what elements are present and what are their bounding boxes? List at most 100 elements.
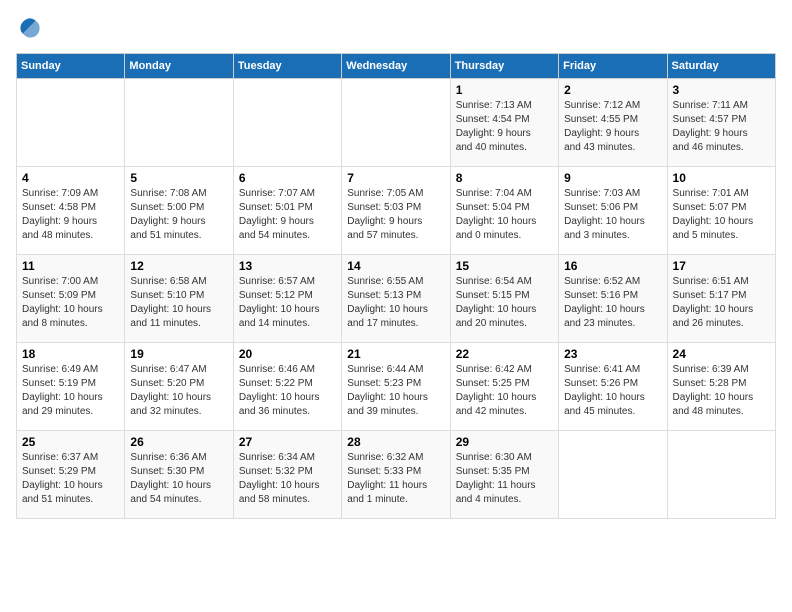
weekday-header-sunday: Sunday [17, 54, 125, 79]
calendar-cell [667, 431, 775, 519]
calendar-cell [233, 79, 341, 167]
day-number: 4 [22, 171, 119, 185]
calendar-cell: 21Sunrise: 6:44 AM Sunset: 5:23 PM Dayli… [342, 343, 450, 431]
day-info: Sunrise: 6:34 AM Sunset: 5:32 PM Dayligh… [239, 451, 336, 507]
calendar-cell: 12 Sunrise: 6:58 AM Sunset: 5:10 PM Dayli… [125, 255, 233, 343]
day-number: 25 [22, 435, 119, 449]
calendar-cell [342, 79, 450, 167]
day-info: Sunrise: 6:44 AM Sunset: 5:23 PM Dayligh… [347, 363, 444, 419]
calendar-cell: 2 Sunrise: 7:12 AM Sunset: 4:55 PM Daylig… [559, 79, 667, 167]
day-info: Sunrise: 7:05 AM Sunset: 5:03 PM Dayligh… [347, 187, 444, 243]
calendar-cell: 1 Sunrise: 7:13 AM Sunset: 4:54 PM Daylig… [450, 79, 558, 167]
day-number: 29 [456, 435, 553, 449]
calendar-cell: 9Sunrise: 7:03 AM Sunset: 5:06 PM Daylig… [559, 167, 667, 255]
day-number: 10 [673, 171, 770, 185]
weekday-header-monday: Monday [125, 54, 233, 79]
day-info: Sunrise: 7:01 AM Sunset: 5:07 PM Dayligh… [673, 187, 770, 243]
day-info: Sunrise: 6:41 AM Sunset: 5:26 PM Dayligh… [564, 363, 661, 419]
day-number: 8 [456, 171, 553, 185]
day-info: Sunrise: 6:32 AM Sunset: 5:33 PM Dayligh… [347, 451, 444, 507]
calendar-cell: 15Sunrise: 6:54 AM Sunset: 5:15 PM Dayli… [450, 255, 558, 343]
weekday-header-saturday: Saturday [667, 54, 775, 79]
day-number: 16 [564, 259, 661, 273]
day-info: Sunrise: 6:37 AM Sunset: 5:29 PM Dayligh… [22, 451, 119, 507]
day-number: 13 [239, 259, 336, 273]
calendar-cell: 18 Sunrise: 6:49 AM Sunset: 5:19 PM Dayli… [17, 343, 125, 431]
day-info: Sunrise: 6:30 AM Sunset: 5:35 PM Dayligh… [456, 451, 553, 507]
day-info: Sunrise: 6:39 AM Sunset: 5:28 PM Dayligh… [673, 363, 770, 419]
day-info: Sunrise: 6:51 AM Sunset: 5:17 PM Dayligh… [673, 275, 770, 331]
calendar-cell: 24 Sunrise: 6:39 AM Sunset: 5:28 PM Dayli… [667, 343, 775, 431]
day-info: Sunrise: 7:00 AM Sunset: 5:09 PM Dayligh… [22, 275, 119, 331]
day-number: 18 [22, 347, 119, 361]
logo [16, 16, 46, 45]
day-info: Sunrise: 6:42 AM Sunset: 5:25 PM Dayligh… [456, 363, 553, 419]
day-number: 24 [673, 347, 770, 361]
day-info: Sunrise: 6:36 AM Sunset: 5:30 PM Dayligh… [130, 451, 227, 507]
weekday-header-row: SundayMondayTuesdayWednesdayThursdayFrid… [17, 54, 776, 79]
day-number: 11 [22, 259, 119, 273]
day-number: 9 [564, 171, 661, 185]
calendar-week-2: 4 Sunrise: 7:09 AM Sunset: 4:58 PM Daylig… [17, 167, 776, 255]
calendar-cell [17, 79, 125, 167]
calendar-cell: 22 Sunrise: 6:42 AM Sunset: 5:25 PM Dayli… [450, 343, 558, 431]
calendar-body: 1 Sunrise: 7:13 AM Sunset: 4:54 PM Daylig… [17, 79, 776, 519]
day-number: 6 [239, 171, 336, 185]
calendar-cell: 14Sunrise: 6:55 AM Sunset: 5:13 PM Dayli… [342, 255, 450, 343]
calendar-week-4: 18 Sunrise: 6:49 AM Sunset: 5:19 PM Dayli… [17, 343, 776, 431]
calendar-cell: 6 Sunrise: 7:07 AM Sunset: 5:01 PM Daylig… [233, 167, 341, 255]
weekday-header-wednesday: Wednesday [342, 54, 450, 79]
day-info: Sunrise: 7:12 AM Sunset: 4:55 PM Dayligh… [564, 99, 661, 155]
day-info: Sunrise: 6:52 AM Sunset: 5:16 PM Dayligh… [564, 275, 661, 331]
day-number: 20 [239, 347, 336, 361]
calendar-cell [559, 431, 667, 519]
calendar-week-1: 1 Sunrise: 7:13 AM Sunset: 4:54 PM Daylig… [17, 79, 776, 167]
calendar-week-5: 25 Sunrise: 6:37 AM Sunset: 5:29 PM Dayli… [17, 431, 776, 519]
day-number: 28 [347, 435, 444, 449]
calendar-cell: 3 Sunrise: 7:11 AM Sunset: 4:57 PM Daylig… [667, 79, 775, 167]
calendar-header: SundayMondayTuesdayWednesdayThursdayFrid… [17, 54, 776, 79]
day-number: 12 [130, 259, 227, 273]
day-number: 1 [456, 83, 553, 97]
day-number: 26 [130, 435, 227, 449]
calendar-cell: 20 Sunrise: 6:46 AM Sunset: 5:22 PM Dayli… [233, 343, 341, 431]
day-info: Sunrise: 6:57 AM Sunset: 5:12 PM Dayligh… [239, 275, 336, 331]
calendar-cell: 8 Sunrise: 7:04 AM Sunset: 5:04 PM Daylig… [450, 167, 558, 255]
logo-icon [18, 16, 42, 40]
day-info: Sunrise: 6:49 AM Sunset: 5:19 PM Dayligh… [22, 363, 119, 419]
day-number: 7 [347, 171, 444, 185]
calendar-cell: 27 Sunrise: 6:34 AM Sunset: 5:32 PM Dayli… [233, 431, 341, 519]
day-number: 3 [673, 83, 770, 97]
day-number: 19 [130, 347, 227, 361]
calendar-cell: 28 Sunrise: 6:32 AM Sunset: 5:33 PM Dayli… [342, 431, 450, 519]
day-info: Sunrise: 7:08 AM Sunset: 5:00 PM Dayligh… [130, 187, 227, 243]
day-info: Sunrise: 7:07 AM Sunset: 5:01 PM Dayligh… [239, 187, 336, 243]
day-info: Sunrise: 6:55 AM Sunset: 5:13 PM Dayligh… [347, 275, 444, 331]
page-header [16, 16, 776, 45]
day-number: 5 [130, 171, 227, 185]
calendar-cell: 13 Sunrise: 6:57 AM Sunset: 5:12 PM Dayli… [233, 255, 341, 343]
day-number: 27 [239, 435, 336, 449]
weekday-header-thursday: Thursday [450, 54, 558, 79]
calendar-week-3: 11 Sunrise: 7:00 AM Sunset: 5:09 PM Dayli… [17, 255, 776, 343]
calendar-cell: 29 Sunrise: 6:30 AM Sunset: 5:35 PM Dayli… [450, 431, 558, 519]
calendar-cell [125, 79, 233, 167]
day-number: 22 [456, 347, 553, 361]
day-info: Sunrise: 7:11 AM Sunset: 4:57 PM Dayligh… [673, 99, 770, 155]
day-info: Sunrise: 6:47 AM Sunset: 5:20 PM Dayligh… [130, 363, 227, 419]
day-info: Sunrise: 7:13 AM Sunset: 4:54 PM Dayligh… [456, 99, 553, 155]
calendar-cell: 5 Sunrise: 7:08 AM Sunset: 5:00 PM Daylig… [125, 167, 233, 255]
day-info: Sunrise: 7:04 AM Sunset: 5:04 PM Dayligh… [456, 187, 553, 243]
calendar-cell: 16 Sunrise: 6:52 AM Sunset: 5:16 PM Dayli… [559, 255, 667, 343]
weekday-header-tuesday: Tuesday [233, 54, 341, 79]
calendar-cell: 17 Sunrise: 6:51 AM Sunset: 5:17 PM Dayli… [667, 255, 775, 343]
calendar-table: SundayMondayTuesdayWednesdayThursdayFrid… [16, 53, 776, 519]
weekday-header-friday: Friday [559, 54, 667, 79]
calendar-cell: 11 Sunrise: 7:00 AM Sunset: 5:09 PM Dayli… [17, 255, 125, 343]
day-number: 17 [673, 259, 770, 273]
day-info: Sunrise: 6:46 AM Sunset: 5:22 PM Dayligh… [239, 363, 336, 419]
day-number: 15 [456, 259, 553, 273]
day-number: 2 [564, 83, 661, 97]
day-info: Sunrise: 6:58 AM Sunset: 5:10 PM Dayligh… [130, 275, 227, 331]
day-info: Sunrise: 7:09 AM Sunset: 4:58 PM Dayligh… [22, 187, 119, 243]
